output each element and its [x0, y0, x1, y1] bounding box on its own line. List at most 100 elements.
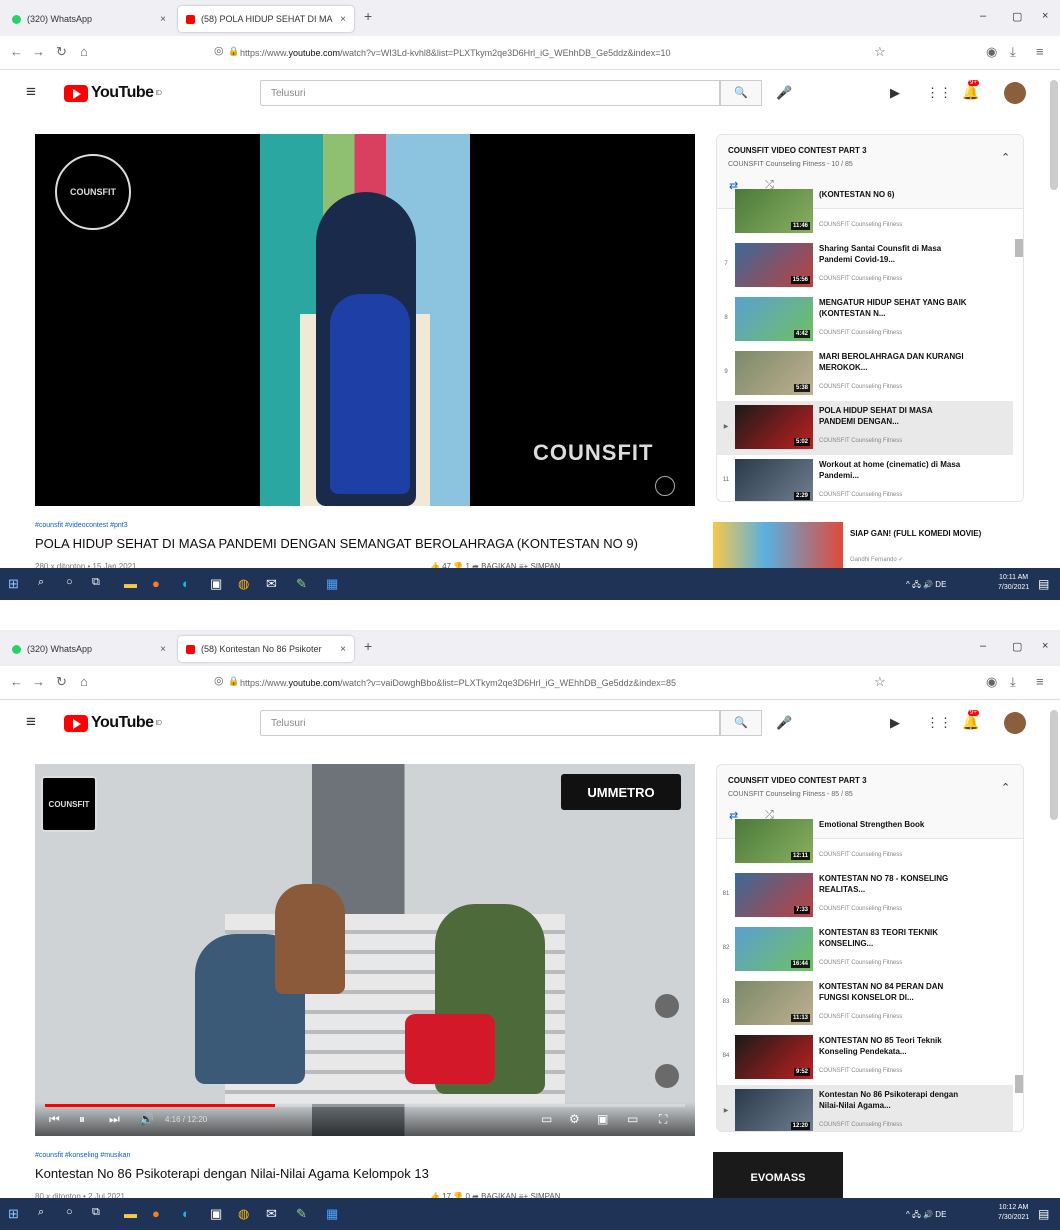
playlist-item[interactable]: 84 9:52 KONTESTAN NO 85 Teori Teknik Konse…: [717, 1031, 1013, 1085]
mail-icon[interactable]: ✉: [266, 576, 277, 592]
edge-icon[interactable]: ◐: [182, 576, 190, 591]
playlist-item[interactable]: 12:11 Emotional Strengthen Book COUNSFIT C…: [717, 815, 1013, 869]
forward-icon[interactable]: →: [32, 674, 45, 689]
playlist-item[interactable]: 8 4:42 MENGATUR HIDUP SEHAT YANG BAIK (KON…: [717, 293, 1013, 347]
notification-center-icon[interactable]: ▤: [1038, 577, 1049, 591]
create-video-icon[interactable]: ▶: [890, 715, 900, 731]
menu-icon[interactable]: ≡: [1036, 44, 1044, 59]
search-input[interactable]: Telusuri: [260, 80, 720, 106]
hamburger-menu-icon[interactable]: ≡: [26, 82, 36, 102]
page-scrollbar[interactable]: [1050, 710, 1058, 820]
recommended-title[interactable]: SIAP GAN! (FULL KOMEDI MOVIE): [850, 528, 990, 539]
playlist-item[interactable]: 81 7:33 KONTESTAN NO 78 - KONSELING REALIT…: [717, 869, 1013, 923]
chrome-icon[interactable]: ◍: [238, 576, 249, 592]
windows-start-icon[interactable]: ⊞: [8, 576, 19, 592]
edge-icon[interactable]: ◐: [182, 1206, 190, 1221]
file-explorer-icon[interactable]: ▬: [124, 1206, 137, 1221]
recommended-thumbnail[interactable]: [713, 522, 843, 574]
playlist-title[interactable]: COUNSFIT VIDEO CONTEST PART 3: [728, 146, 867, 155]
fullscreen-icon[interactable]: ⛶: [659, 1112, 667, 1127]
theater-mode-icon[interactable]: ▭: [627, 1112, 638, 1126]
back-icon[interactable]: ←: [10, 44, 23, 59]
playlist-item[interactable]: 83 11:13 KONTESTAN NO 84 PERAN DAN FUNGSI …: [717, 977, 1013, 1031]
progress-bar[interactable]: [45, 1104, 685, 1107]
system-tray[interactable]: ^ 🖧 🔊 DE: [906, 1209, 946, 1223]
taskbar-clock[interactable]: 10:12 AM 7/30/2021: [998, 1203, 1029, 1223]
playlist-item[interactable]: ▶ 12:20 Kontestan No 86 Psikoterapi dengan…: [717, 1085, 1013, 1131]
playlist-item[interactable]: ▶ 5:02 POLA HIDUP SEHAT DI MASA PANDEMI DE…: [717, 401, 1013, 455]
video-player[interactable]: COUNSFIT COUNSFIT: [35, 134, 695, 506]
close-tab-icon[interactable]: ×: [340, 644, 346, 655]
youtube-logo[interactable]: YouTube ID: [64, 714, 162, 732]
pause-icon[interactable]: ⏸: [79, 1112, 85, 1127]
reload-icon[interactable]: ↻: [56, 674, 67, 690]
app-icon[interactable]: ✎: [296, 1206, 307, 1222]
lock-icon[interactable]: 🔒: [228, 46, 239, 57]
mail-icon[interactable]: ✉: [266, 1206, 277, 1222]
firefox-icon[interactable]: ●: [152, 1206, 160, 1221]
tab-youtube[interactable]: (58) POLA HIDUP SEHAT DI MA ×: [178, 6, 354, 32]
collapse-chevron-icon[interactable]: ⌃: [1001, 781, 1010, 794]
app2-icon[interactable]: ▦: [326, 1206, 338, 1222]
subtitles-icon[interactable]: ▭: [541, 1112, 552, 1126]
avatar[interactable]: [1004, 82, 1026, 104]
reload-icon[interactable]: ↻: [56, 44, 67, 60]
apps-grid-icon[interactable]: ⋮⋮: [926, 715, 952, 731]
microphone-icon[interactable]: 🎤: [776, 715, 792, 731]
tab-whatsapp[interactable]: (320) WhatsApp ×: [4, 6, 174, 32]
playlist-scrollbar[interactable]: [1015, 239, 1023, 257]
task-view-icon[interactable]: ⧉: [92, 576, 100, 589]
notifications-bell-icon[interactable]: 🔔 9+: [962, 80, 979, 101]
taskbar-clock[interactable]: 10:11 AM 7/30/2021: [998, 573, 1029, 593]
minimize-button[interactable]: –: [980, 640, 986, 652]
collapse-chevron-icon[interactable]: ⌃: [1001, 151, 1010, 164]
shield-icon[interactable]: ◎: [214, 44, 224, 57]
close-tab-icon[interactable]: ×: [160, 14, 166, 25]
new-tab-button[interactable]: +: [364, 8, 372, 24]
video-hashtags[interactable]: #counsfit #konseling #musikan: [35, 1152, 130, 1159]
volume-icon[interactable]: 🔊: [139, 1112, 154, 1126]
home-icon[interactable]: ⌂: [80, 44, 88, 59]
close-tab-icon[interactable]: ×: [160, 644, 166, 655]
app2-icon[interactable]: ▦: [326, 576, 338, 592]
task-view-icon[interactable]: ⧉: [92, 1206, 100, 1219]
search-icon[interactable]: ⌕: [38, 1206, 44, 1219]
playlist-item[interactable]: 11 2:29 Workout at home (cinematic) di Mas…: [717, 455, 1013, 501]
miniplayer-icon[interactable]: ▣: [597, 1112, 608, 1126]
search-button[interactable]: 🔍: [720, 710, 762, 736]
playlist-title[interactable]: COUNSFIT VIDEO CONTEST PART 3: [728, 776, 867, 785]
lock-icon[interactable]: 🔒: [228, 676, 239, 687]
bookmark-star-icon[interactable]: ☆: [874, 44, 886, 60]
settings-gear-icon[interactable]: ⚙: [569, 1112, 580, 1126]
firefox-icon[interactable]: ●: [152, 576, 160, 591]
menu-icon[interactable]: ≡: [1036, 674, 1044, 689]
notification-center-icon[interactable]: ▤: [1038, 1207, 1049, 1221]
download-icon[interactable]: ⤓: [1010, 44, 1016, 60]
chrome-icon[interactable]: ◍: [238, 1206, 249, 1222]
video-player[interactable]: COUNSFIT UMMETRO ⏮ ⏸ ⏭ 🔊 4:16 / 12:20 ▭ …: [35, 764, 695, 1136]
playlist-item[interactable]: 82 16:44 KONTESTAN 83 TEORI TEKNIK KONSELI…: [717, 923, 1013, 977]
cast-icon[interactable]: [655, 994, 679, 1018]
playlist-item[interactable]: 9 5:38 MARI BEROLAHRAGA DAN KURANGI MEROKO…: [717, 347, 1013, 401]
previous-icon[interactable]: ⏮: [49, 1112, 60, 1127]
url-bar[interactable]: https://www. youtube.com/watch?v=WI3Ld-kv…: [240, 42, 900, 64]
url-bar[interactable]: https://www. youtube.com/watch?v=vaiDowgh…: [240, 672, 900, 694]
search-icon[interactable]: ⌕: [38, 576, 44, 589]
maximize-button[interactable]: ▢: [1012, 10, 1022, 23]
back-icon[interactable]: ←: [10, 674, 23, 689]
tab-youtube[interactable]: (58) Kontestan No 86 Psikoter ×: [178, 636, 354, 662]
playlist-scrollbar[interactable]: [1015, 1075, 1023, 1093]
minimize-button[interactable]: –: [980, 10, 986, 22]
recommended-channel[interactable]: Gandhi Fernando ✓: [850, 556, 903, 563]
shield-icon[interactable]: ◎: [214, 674, 224, 687]
playlist-item[interactable]: 7 15:56 Sharing Santai Counsfit di Masa Pa…: [717, 239, 1013, 293]
cortana-icon[interactable]: ○: [66, 576, 73, 588]
close-tab-icon[interactable]: ×: [340, 14, 346, 25]
recommended-thumbnail[interactable]: EVOMASS: [713, 1152, 843, 1204]
apps-grid-icon[interactable]: ⋮⋮: [926, 85, 952, 101]
store-icon[interactable]: ▣: [210, 1206, 222, 1222]
search-input[interactable]: Telusuri: [260, 710, 720, 736]
video-hashtags[interactable]: #counsfit #videocontest #pnt3: [35, 522, 128, 529]
bookmark-star-icon[interactable]: ☆: [874, 674, 886, 690]
tab-whatsapp[interactable]: (320) WhatsApp ×: [4, 636, 174, 662]
